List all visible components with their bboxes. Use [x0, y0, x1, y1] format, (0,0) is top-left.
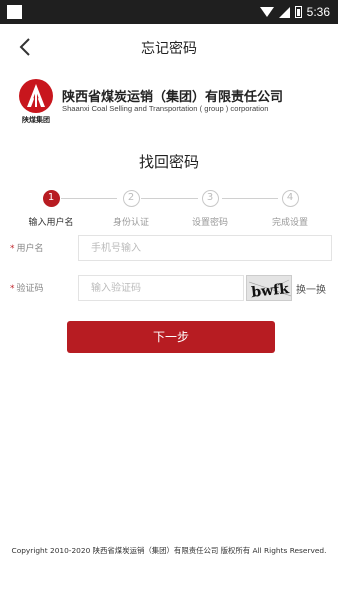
page-header-title: 忘记密码	[141, 41, 197, 57]
required-mark: *	[10, 244, 15, 254]
username-label-text: 用户名	[16, 244, 44, 254]
required-mark: *	[10, 284, 15, 294]
step-number: 4	[281, 190, 299, 207]
captcha-input[interactable]	[78, 275, 244, 301]
company-name-en: Shaanxi Coal Selling and Transportation …	[62, 104, 269, 113]
step-label: 设置密码	[191, 218, 228, 228]
step-label: 身份认证	[112, 218, 149, 228]
username-input[interactable]	[78, 235, 332, 261]
step-label: 输入用户名	[28, 218, 74, 228]
company-logo: 陕煤集团	[16, 78, 56, 124]
step-label: 完成设置	[271, 218, 308, 228]
signal-icon	[278, 6, 290, 18]
page-title: 找回密码	[138, 153, 199, 171]
wifi-icon	[259, 7, 274, 17]
copyright-footer: Copyright 2010-2020 陕西省煤炭运销（集团）有限责任公司 版权…	[11, 546, 327, 555]
company-brand: 陕煤集团 陕西省煤炭运销（集团）有限责任公司 Shaanxi Coal Sell…	[16, 76, 326, 126]
step-2: 2 身份认证	[91, 190, 171, 228]
username-label: * 用户名	[10, 241, 44, 254]
status-bar: 5:36	[0, 0, 338, 24]
step-3: 3 设置密码	[170, 190, 250, 228]
refresh-captcha-link[interactable]: 换一换	[296, 281, 326, 296]
progress-steps: 1 输入用户名 2 身份认证 3 设置密码 4 完成设置	[0, 190, 338, 232]
step-4: 4 完成设置	[250, 190, 330, 228]
navbar: 忘记密码	[0, 24, 338, 70]
username-row: * 用户名	[0, 235, 338, 261]
status-icons: 5:36	[259, 4, 330, 20]
step-1: 1 输入用户名	[11, 190, 91, 228]
step-number: 2	[122, 190, 140, 207]
captcha-image[interactable]: bwfk	[246, 275, 292, 301]
company-name-cn: 陕西省煤炭运销（集团）有限责任公司	[62, 90, 284, 105]
captcha-label-text: 验证码	[16, 284, 44, 294]
next-step-button[interactable]: 下一步	[67, 321, 275, 353]
step-number: 3	[201, 190, 219, 207]
logo-text: 陕煤集团	[22, 115, 50, 124]
step-number: 1	[42, 190, 60, 207]
notification-icon	[7, 5, 22, 19]
captcha-label: * 验证码	[10, 281, 44, 294]
captcha-row: *验证码 bwfk 换一换	[0, 275, 338, 301]
status-time: 5:36	[306, 5, 330, 19]
battery-icon	[294, 6, 302, 18]
